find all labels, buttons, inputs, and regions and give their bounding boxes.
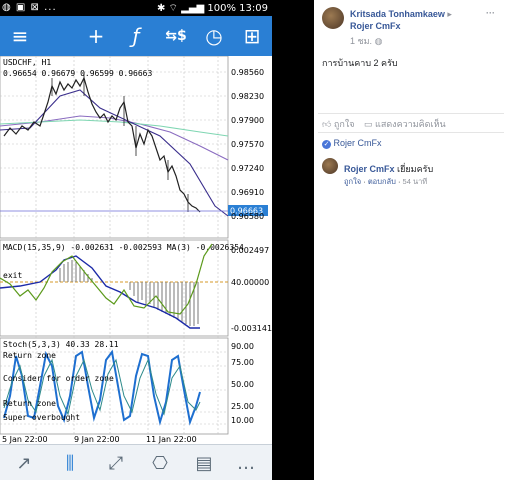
comment-body: Rojer CmFx เยี่ยมครับ [344, 162, 433, 176]
chart-toolbar: ≡ + ƒ ⇆$ ◷ ⊞ [0, 16, 272, 56]
stoch-note-overbought: Super overbought [3, 413, 80, 422]
more-options-icon[interactable]: ··· [486, 8, 495, 18]
news-icon[interactable]: ▤ [186, 449, 222, 477]
candles-icon[interactable]: ⫼ [52, 449, 88, 477]
macd-tick-top: 0.002497 [231, 246, 269, 255]
trade-icon[interactable]: ⇆$ [156, 16, 196, 56]
like-reaction-icon: ✓ [322, 140, 331, 149]
comment-button[interactable]: ▭ แสดงความคิดเห็น [364, 117, 446, 131]
globe-icon: ◍ [374, 36, 383, 46]
stoch-tick-90: 90.00 [231, 342, 254, 351]
comment-actions: ถูกใจ · ตอบกลับ · 54 นาที [344, 177, 428, 186]
status-bar: ◍ ▣ ⊠ ... ✱ ⌔ ▂▄▆ 100% 13:09 [0, 0, 272, 16]
stoch-note-return-2: Return zone [3, 399, 56, 408]
menu-icon[interactable]: ≡ [0, 16, 40, 56]
comment-text: เยี่ยมครับ [397, 164, 434, 174]
comment-reply-link[interactable]: ตอบกลับ [368, 177, 396, 186]
comment-time: 54 นาที [402, 177, 428, 186]
add-icon[interactable]: ⊞ [232, 16, 272, 56]
macd-tick-mid: 40.00000 [231, 278, 269, 287]
tools-icon[interactable]: ⤢ [98, 449, 134, 477]
price-chart[interactable]: 0.96663 USDCHF, H1 0.96654 0.96679 0.965… [0, 56, 272, 444]
ohlc-values: 0.96654 0.96679 0.96599 0.96663 [3, 69, 152, 78]
author-avatar[interactable] [322, 7, 344, 29]
time-label-1: 5 Jan 22:00 [2, 435, 48, 444]
chat-icon[interactable]: … [228, 449, 264, 477]
stoch-tick-10: 10.00 [231, 416, 254, 425]
crosshair-icon[interactable]: + [76, 16, 116, 56]
price-tick-2: 0.98230 [231, 92, 264, 101]
clock-time: 13:09 [239, 3, 268, 14]
price-tick-1: 0.98560 [231, 68, 264, 77]
divider [318, 113, 504, 114]
post-text: การบ้านคาบ 2 ครับ [322, 58, 398, 68]
comment-like-link[interactable]: ถูกใจ [344, 177, 361, 186]
bottom-toolbar: ↗ ⫼ ⤢ ⎔ ▤ … [0, 444, 272, 480]
signal-icon: ✱ ⌔ ▂▄▆ [157, 3, 208, 14]
stoch-note-consider: Consider for order zone [3, 374, 114, 383]
price-tick-6: 0.96910 [231, 188, 264, 197]
comment-icon: ▭ [364, 119, 373, 129]
facebook-post-panel: Kritsada Tonhamkaew ▸ Rojer CmFx 1 ชม. ◍… [314, 0, 507, 480]
price-tick-4: 0.97570 [231, 140, 264, 149]
macd-exit-label: exit [3, 271, 22, 280]
notification-icons: ◍ ▣ ⊠ ... [2, 2, 57, 13]
stoch-note-return-1: Return zone [3, 351, 56, 360]
price-tick-5: 0.97240 [231, 164, 264, 173]
mt4-app-screen: ◍ ▣ ⊠ ... ✱ ⌔ ▂▄▆ 100% 13:09 ≡ + ƒ ⇆$ ◷ … [0, 0, 272, 480]
post-header: Kritsada Tonhamkaew ▸ Rojer CmFx [350, 8, 475, 32]
battery-level: 100% [207, 3, 236, 14]
price-tick-7: 0.96580 [231, 212, 264, 221]
author-name[interactable]: Kritsada Tonhamkaew [350, 9, 445, 19]
symbol-label: USDCHF, H1 [3, 58, 51, 67]
time-label-3: 11 Jan 22:00 [146, 435, 197, 444]
stoch-tick-50: 50.00 [231, 380, 254, 389]
inbox-icon[interactable]: ⎔ [142, 449, 178, 477]
stoch-tick-25: 25.00 [231, 402, 254, 411]
divider [318, 132, 504, 133]
recipient-name[interactable]: Rojer CmFx [350, 21, 401, 31]
status-right: ✱ ⌔ ▂▄▆ 100% 13:09 [157, 2, 268, 15]
macd-tick-bottom: -0.003141 [231, 324, 272, 333]
post-time: 1 ชม. ◍ [350, 36, 383, 46]
arrow-icon: ▸ [447, 9, 452, 19]
stoch-tick-75: 75.00 [231, 358, 254, 367]
clock-icon[interactable]: ◷ [194, 16, 234, 56]
trend-line-icon[interactable]: ↗ [6, 449, 42, 477]
indicator-icon[interactable]: ƒ [116, 16, 156, 56]
like-button[interactable]: 👍︎ ถูกใจ [322, 117, 355, 131]
comment-author[interactable]: Rojer CmFx [344, 164, 395, 174]
likes-summary[interactable]: ✓ Rojer CmFx [322, 138, 382, 149]
time-label-2: 9 Jan 22:00 [74, 435, 120, 444]
commenter-avatar[interactable] [322, 158, 338, 174]
thumbs-up-icon: 👍︎ [322, 119, 332, 129]
price-tick-3: 0.97900 [231, 116, 264, 125]
stoch-header: Stoch(5,3,3) 40.33 28.11 [3, 340, 119, 349]
